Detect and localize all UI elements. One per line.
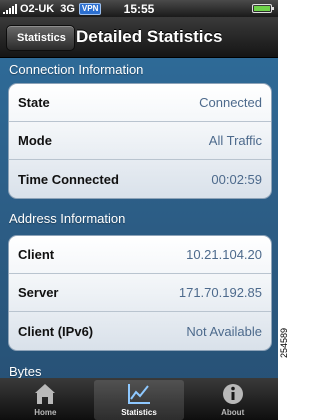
back-button[interactable]: Statistics: [6, 25, 75, 51]
row-value: 00:02:59: [211, 171, 262, 187]
address-info-group: Client 10.21.104.20 Server 171.70.192.85…: [8, 235, 272, 351]
battery-icon: [252, 4, 274, 13]
phone-screen: O2-UK 3G VPN 15:55 Statistics Detailed S…: [0, 0, 278, 420]
row-label: Server: [18, 285, 59, 300]
figure-reference-number: 254589: [279, 327, 289, 358]
info-icon: [222, 384, 243, 404]
status-bar: O2-UK 3G VPN 15:55: [0, 0, 278, 17]
row-value: 10.21.104.20: [186, 247, 262, 262]
tab-label: About: [221, 408, 245, 417]
connection-info-group: State Connected Mode All Traffic Time Co…: [8, 83, 272, 199]
tab-bar: Home Statistics About: [0, 378, 278, 420]
row-server: Server 171.70.192.85: [9, 274, 271, 312]
row-label: Mode: [18, 133, 52, 148]
section-header-connection: Connection Information: [9, 62, 144, 77]
row-label: Client: [18, 247, 55, 262]
tab-label: Statistics: [121, 408, 157, 417]
row-value: Connected: [199, 95, 262, 110]
row-value: 171.70.192.85: [178, 285, 262, 300]
row-mode: Mode All Traffic: [9, 122, 271, 160]
tab-label: Home: [34, 408, 57, 417]
row-label: Client (IPv6): [18, 323, 94, 339]
row-value: All Traffic: [208, 133, 262, 148]
row-label: State: [18, 95, 50, 110]
row-state: State Connected: [9, 84, 271, 122]
row-client: Client 10.21.104.20: [9, 236, 271, 274]
home-icon: [35, 384, 56, 404]
status-clock: 15:55: [123, 1, 155, 16]
row-label: Time Connected: [18, 171, 119, 187]
row-client-ipv6: Client (IPv6) Not Available: [9, 312, 271, 350]
row-time-connected: Time Connected 00:02:59: [9, 160, 271, 198]
section-header-bytes: Bytes: [9, 364, 42, 379]
tab-statistics[interactable]: Statistics: [93, 380, 185, 420]
row-value: Not Available: [186, 323, 262, 339]
section-header-address: Address Information: [9, 211, 126, 226]
tab-about[interactable]: About: [187, 378, 278, 420]
navigation-bar: Statistics Detailed Statistics: [0, 17, 278, 58]
page-title: Detailed Statistics: [76, 27, 223, 46]
statistics-icon: [128, 384, 150, 404]
tab-home[interactable]: Home: [0, 378, 91, 420]
